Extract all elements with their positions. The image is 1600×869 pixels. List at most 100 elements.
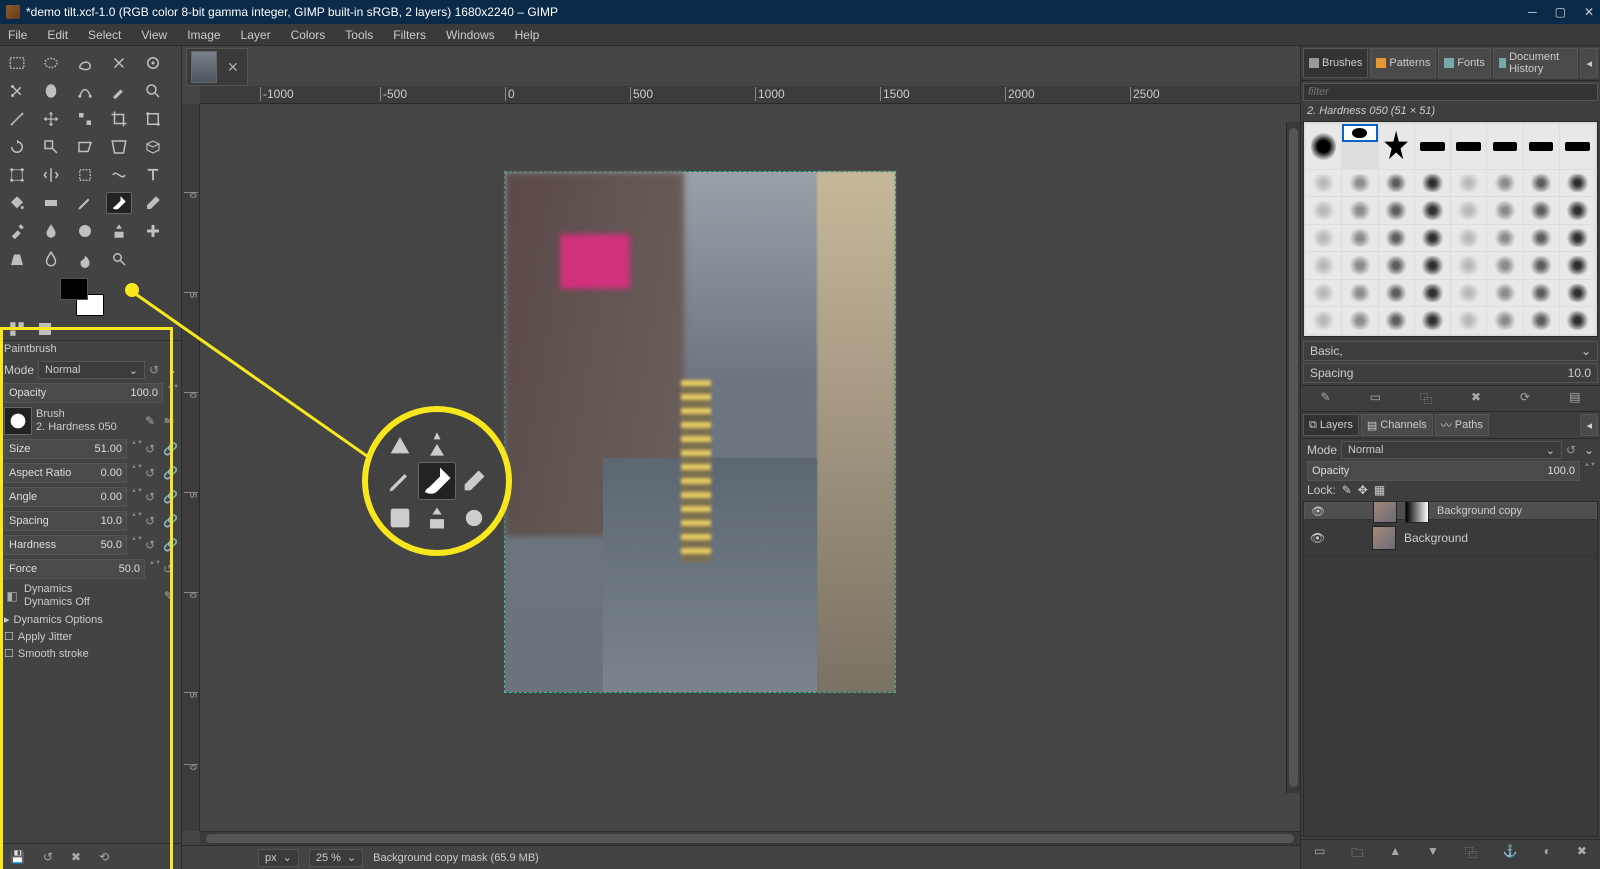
tab-brushes[interactable]: Brushes <box>1303 48 1368 78</box>
tool-eraser[interactable] <box>140 192 166 214</box>
new-layer-icon[interactable]: ▭ <box>1314 844 1325 865</box>
tool-by-color-select[interactable] <box>140 52 166 74</box>
layer-name[interactable]: Background copy <box>1437 505 1522 517</box>
apply-jitter-checkbox[interactable]: ☐Apply Jitter <box>4 630 177 643</box>
image-tab-close-icon[interactable]: ✕ <box>223 59 243 76</box>
menu-file[interactable]: File <box>4 26 31 44</box>
mode-reset-icon[interactable]: ↺ <box>149 363 163 377</box>
brush-swatch[interactable] <box>1487 252 1522 279</box>
tool-free-select[interactable] <box>72 52 98 74</box>
brush-swatch[interactable] <box>1342 197 1377 224</box>
delete-layer-icon[interactable]: ✖ <box>1577 844 1587 865</box>
tab-channels[interactable]: ▤Channels <box>1361 414 1433 436</box>
layer-visibility-icon[interactable]: 👁 <box>1310 531 1326 545</box>
dynamics-edit-icon[interactable]: ✎ <box>161 588 177 604</box>
brush-swatch[interactable] <box>1342 124 1377 142</box>
dynamics-options-expander[interactable]: ▸Dynamics Options <box>4 613 177 626</box>
image-tab[interactable]: ✕ <box>186 48 248 86</box>
tool-flip[interactable] <box>38 164 64 186</box>
brush-edit-icon[interactable]: ✎ <box>142 413 158 429</box>
brush-swatch[interactable] <box>1560 252 1595 279</box>
layer-group-icon[interactable]: 🗀 <box>1351 844 1363 865</box>
brush-swatch[interactable] <box>1415 252 1450 279</box>
brush-swatch[interactable] <box>1379 280 1414 307</box>
brush-swatch[interactable] <box>1487 280 1522 307</box>
brush-swatch[interactable] <box>1524 252 1559 279</box>
tool-crop[interactable] <box>106 108 132 130</box>
brush-swatch[interactable] <box>1415 197 1450 224</box>
open-as-image-icon[interactable]: ▤ <box>1569 390 1580 407</box>
vertical-scrollbar[interactable] <box>1286 122 1300 793</box>
ruler-vertical[interactable]: 0505050 <box>182 104 200 831</box>
brush-swatch[interactable] <box>1306 252 1341 279</box>
dynamics-icon[interactable]: ◧ <box>4 588 20 604</box>
brush-swatch[interactable] <box>1560 280 1595 307</box>
layer-row[interactable]: 👁Background copy <box>1304 502 1597 520</box>
brush-swatch[interactable] <box>1342 252 1377 279</box>
brush-swatch[interactable] <box>1415 280 1450 307</box>
opacity-spinner[interactable]: ▲▼ <box>167 384 177 402</box>
lock-position-icon[interactable]: ✥ <box>1358 483 1368 497</box>
tool-foreground-select[interactable] <box>38 80 64 102</box>
brush-swatch[interactable] <box>1379 197 1414 224</box>
brush-swatch[interactable] <box>1451 124 1486 169</box>
tab-patterns[interactable]: Patterns <box>1370 48 1436 78</box>
tool-dodge[interactable] <box>106 248 132 270</box>
layer-up-icon[interactable]: ▲ <box>1389 844 1401 865</box>
tool-align[interactable] <box>72 108 98 130</box>
brush-swatch[interactable] <box>1451 280 1486 307</box>
brush-swatch[interactable] <box>1415 307 1450 334</box>
tool-scale[interactable] <box>38 136 64 158</box>
tool-smudge[interactable] <box>72 248 98 270</box>
spacing-slider[interactable]: Spacing10.0 <box>4 511 127 531</box>
brush-swatch[interactable] <box>1560 307 1595 334</box>
layer-row[interactable]: 👁Background <box>1304 520 1597 557</box>
brush-spacing-slider[interactable]: Spacing10.0 <box>1303 363 1598 383</box>
layer-thumbnail[interactable] <box>1372 526 1396 550</box>
menu-edit[interactable]: Edit <box>43 26 72 44</box>
maximize-button[interactable]: ▢ <box>1555 5 1566 19</box>
brush-swatch[interactable] <box>1560 170 1595 197</box>
tool-3d-transform[interactable] <box>140 136 166 158</box>
tool-move[interactable] <box>38 108 64 130</box>
brush-thumbnail[interactable] <box>4 407 32 435</box>
tool-gradient[interactable] <box>38 192 64 214</box>
layer-thumbnail[interactable] <box>1373 501 1397 523</box>
restore-preset-icon[interactable]: ↺ <box>43 850 53 864</box>
tool-heal[interactable] <box>140 220 166 242</box>
tool-handle-transform[interactable] <box>4 164 30 186</box>
delete-preset-icon[interactable]: ✖ <box>71 850 81 864</box>
brush-swatch[interactable] <box>1451 197 1486 224</box>
brush-swatch[interactable] <box>1379 170 1414 197</box>
tool-clone[interactable] <box>106 220 132 242</box>
brush-swatch[interactable] <box>1451 307 1486 334</box>
layer-mask-thumbnail[interactable] <box>1405 501 1429 523</box>
delete-brush-icon[interactable]: ✖ <box>1471 390 1481 407</box>
menu-select[interactable]: Select <box>84 26 125 44</box>
panel-menu-icon[interactable]: ◂ <box>1580 48 1598 78</box>
ruler-horizontal[interactable]: -1000-50005001000150020002500 <box>200 86 1300 104</box>
menu-layer[interactable]: Layer <box>237 26 275 44</box>
layer-mode-reset-icon[interactable]: ↺ <box>1566 443 1580 457</box>
brush-swatch[interactable] <box>1379 307 1414 334</box>
brush-swatch[interactable] <box>1306 124 1341 169</box>
image-canvas[interactable] <box>505 172 895 692</box>
tool-mypaint[interactable] <box>72 220 98 242</box>
unit-select[interactable]: px⌄ <box>258 849 299 867</box>
brush-swatch[interactable] <box>1415 124 1450 169</box>
brush-swatch[interactable] <box>1342 170 1377 197</box>
opacity-slider[interactable]: Opacity100.0 <box>4 383 163 403</box>
tool-paintbrush[interactable] <box>106 192 132 214</box>
tool-pencil[interactable] <box>72 192 98 214</box>
zoom-select[interactable]: 25 %⌄ <box>309 849 363 867</box>
tool-paths[interactable] <box>72 80 98 102</box>
tool-shear[interactable] <box>72 136 98 158</box>
brush-swatch[interactable] <box>1451 225 1486 252</box>
tab-fonts[interactable]: Fonts <box>1438 48 1491 78</box>
tool-blur[interactable] <box>38 248 64 270</box>
brush-swatch[interactable] <box>1487 225 1522 252</box>
brush-swatch[interactable] <box>1487 307 1522 334</box>
lock-alpha-icon[interactable]: ▦ <box>1374 483 1385 497</box>
tool-airbrush[interactable] <box>4 220 30 242</box>
menu-filters[interactable]: Filters <box>389 26 430 44</box>
